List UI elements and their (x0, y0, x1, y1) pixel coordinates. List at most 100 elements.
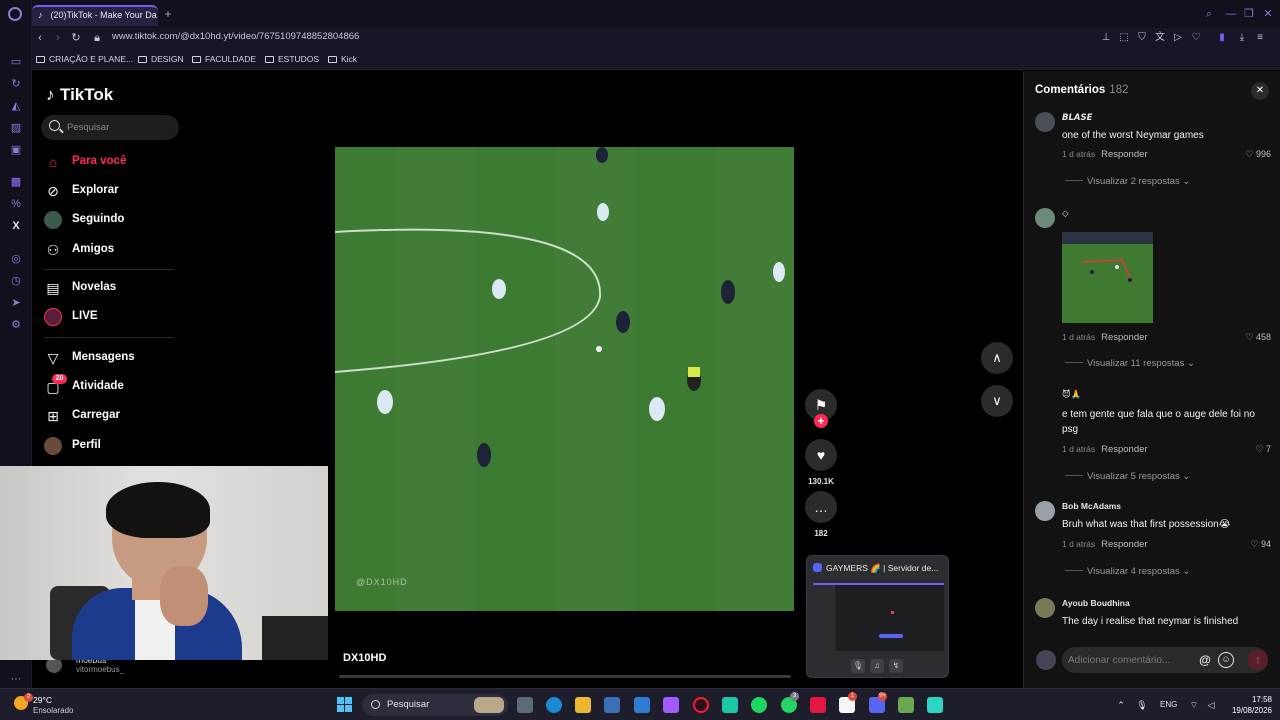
url-field[interactable]: www.tiktok.com/@dx10hd.yt/video/76751097… (112, 31, 359, 42)
avatar[interactable] (1035, 208, 1055, 228)
settings-icon[interactable]: ⚙ (9, 318, 23, 332)
follow-button[interactable]: + (814, 414, 828, 428)
weather-widget[interactable]: 2 29°C Ensolarado (12, 693, 92, 717)
comment-like-button[interactable]: ♡ 458 (1241, 332, 1271, 343)
back-icon[interactable]: ‹ (33, 31, 47, 45)
comment-button[interactable]: … (805, 491, 837, 523)
comment-like-button[interactable]: ♡ 996 (1241, 149, 1271, 160)
comment-username[interactable]: 𝘽𝙇𝘼𝙎𝙀 (1062, 112, 1092, 123)
nav-live[interactable]: LIVE (44, 306, 184, 328)
more-icon[interactable]: ··· (9, 672, 23, 686)
vpn-icon[interactable] (927, 697, 943, 713)
comment-like-button[interactable]: ♡ 94 (1241, 539, 1271, 550)
opera-gx-icon[interactable] (693, 697, 709, 713)
close-window-button[interactable]: ✕ (1262, 8, 1274, 20)
tiktok-logo[interactable]: ♪ TikTok (46, 85, 113, 105)
windows-start-button[interactable] (337, 697, 353, 713)
bookmark-folder[interactable]: DESIGN (138, 54, 184, 64)
outlook-icon[interactable] (634, 697, 650, 713)
task-view-icon[interactable] (517, 697, 533, 713)
edge-icon[interactable] (546, 697, 562, 713)
comment-username[interactable]: 😈🙏 (1062, 389, 1081, 400)
nav-profile[interactable]: Perfil (44, 435, 184, 457)
microphone-icon[interactable]: 🎙︎ (1136, 699, 1148, 711)
view-replies-button[interactable]: Visualizar 2 respostas ⌄ (1065, 176, 1190, 187)
new-tab-button[interactable]: + (162, 8, 174, 20)
emoji-icon[interactable]: ☺ (1218, 652, 1234, 668)
reply-button[interactable]: Responder (1101, 149, 1147, 160)
nav-novelas[interactable]: ▤ Novelas (44, 277, 184, 299)
discord-icon[interactable]: 9+ (869, 692, 887, 713)
send-icon[interactable]: ➤ (9, 296, 23, 310)
comment-like-button[interactable]: ♡ 7 (1241, 444, 1271, 455)
send-comment-button[interactable]: ↑ (1248, 650, 1268, 670)
taskbar-search[interactable]: Pesquisar (362, 694, 508, 716)
notion-icon[interactable]: 1 (839, 692, 857, 713)
bookmark-folder[interactable]: FACULDADE (192, 54, 256, 64)
play-icon[interactable]: ▷ (1171, 31, 1185, 45)
bookmark-folder[interactable]: ESTUDOS (265, 54, 319, 64)
comment-username[interactable]: ◇ (1062, 208, 1069, 219)
reply-button[interactable]: Responder (1101, 539, 1147, 550)
nav-activity[interactable]: ▢ 20 Atividade (44, 374, 184, 398)
reload-icon[interactable]: ↻ (69, 31, 83, 45)
previous-video-button[interactable]: ∧ (981, 342, 1013, 374)
workspaces-icon[interactable]: ▭ (9, 55, 23, 69)
snapshot-icon[interactable]: ⬚ (1117, 31, 1131, 45)
bookmark-folder[interactable]: Kick (328, 54, 357, 64)
language-indicator[interactable]: ENG (1160, 700, 1177, 709)
view-replies-button[interactable]: Visualizar 4 respostas ⌄ (1065, 566, 1190, 577)
comment-image[interactable] (1062, 232, 1153, 323)
search-input[interactable] (67, 119, 171, 136)
nav-following[interactable]: Seguindo (44, 209, 184, 231)
call-settings-icon[interactable]: ↯ (889, 659, 903, 673)
comment-username[interactable]: Ayoub Boudhina (1062, 598, 1130, 608)
forward-icon[interactable]: › (51, 31, 65, 45)
bookmark-folder[interactable]: CRIAÇÃO E PLANE... (36, 54, 133, 64)
adblock-icon[interactable]: ⛉ (1135, 31, 1149, 45)
discord-call-popup[interactable]: GAYMERS 🌈 | Servidor de... 🎙︎ ♫ ↯ (806, 555, 949, 678)
video-progress-bar[interactable] (339, 675, 791, 678)
menu-icon[interactable]: ≡ (1253, 31, 1267, 45)
mention-icon[interactable]: @ (1197, 652, 1213, 668)
spotify-icon[interactable] (751, 697, 767, 713)
minecraft-icon[interactable] (898, 697, 914, 713)
view-replies-button[interactable]: Visualizar 5 respostas ⌄ (1065, 471, 1190, 482)
clock[interactable]: 17:58 19/08/2026 (1226, 694, 1272, 716)
messenger-icon[interactable]: ▣ (9, 143, 23, 157)
clock-icon[interactable]: ◷ (9, 274, 23, 288)
nav-friends[interactable]: ⚇ Amigos (44, 239, 184, 261)
comment-input[interactable] (1068, 651, 1196, 669)
x-twitter-icon[interactable]: X (9, 219, 23, 233)
whatsapp-icon[interactable]: 3 (781, 692, 799, 713)
restore-button[interactable]: ❐ (1243, 8, 1255, 20)
search-tabs-icon[interactable]: ⌕ (1203, 8, 1215, 20)
music-player-icon[interactable]: ◎ (9, 252, 23, 266)
extension-icon[interactable]: ▮ (1215, 31, 1229, 45)
translate-icon[interactable]: 文 (1153, 31, 1167, 45)
reply-button[interactable]: Responder (1101, 444, 1147, 455)
aria-icon[interactable]: ◭ (9, 99, 23, 113)
view-replies-button[interactable]: Visualizar 11 respostas ⌄ (1065, 358, 1195, 369)
store-icon[interactable] (604, 697, 620, 713)
heart-icon[interactable]: ♡ (1189, 31, 1203, 45)
reply-button[interactable]: Responder (1101, 332, 1147, 343)
avatar[interactable] (1035, 112, 1055, 132)
video-author-name[interactable]: DX10HD (343, 652, 386, 664)
nav-upload[interactable]: ⊞ Carregar (44, 405, 184, 427)
headphone-toggle-icon[interactable]: ♫ (870, 659, 884, 673)
pinboard-icon[interactable]: ▨ (9, 121, 23, 135)
tv-app-icon[interactable] (810, 697, 826, 713)
avatar[interactable] (1035, 598, 1055, 618)
tab-tiktok[interactable]: ♪ (20)TikTok - Make Your Da (32, 5, 158, 26)
opera-logo-icon[interactable] (8, 7, 22, 21)
network-icon[interactable]: ⌔ (1188, 699, 1200, 711)
figma-icon[interactable] (663, 697, 679, 713)
volume-icon[interactable]: ◁ (1205, 699, 1217, 711)
game-app-icon[interactable] (722, 697, 738, 713)
twitch-icon[interactable]: ▩ (9, 175, 23, 189)
close-comments-button[interactable]: ✕ (1251, 82, 1269, 100)
nav-messages[interactable]: ▽ Mensagens (44, 347, 184, 369)
percent-icon[interactable]: % (9, 197, 23, 211)
nav-explore[interactable]: ⊘ Explorar (44, 180, 184, 202)
